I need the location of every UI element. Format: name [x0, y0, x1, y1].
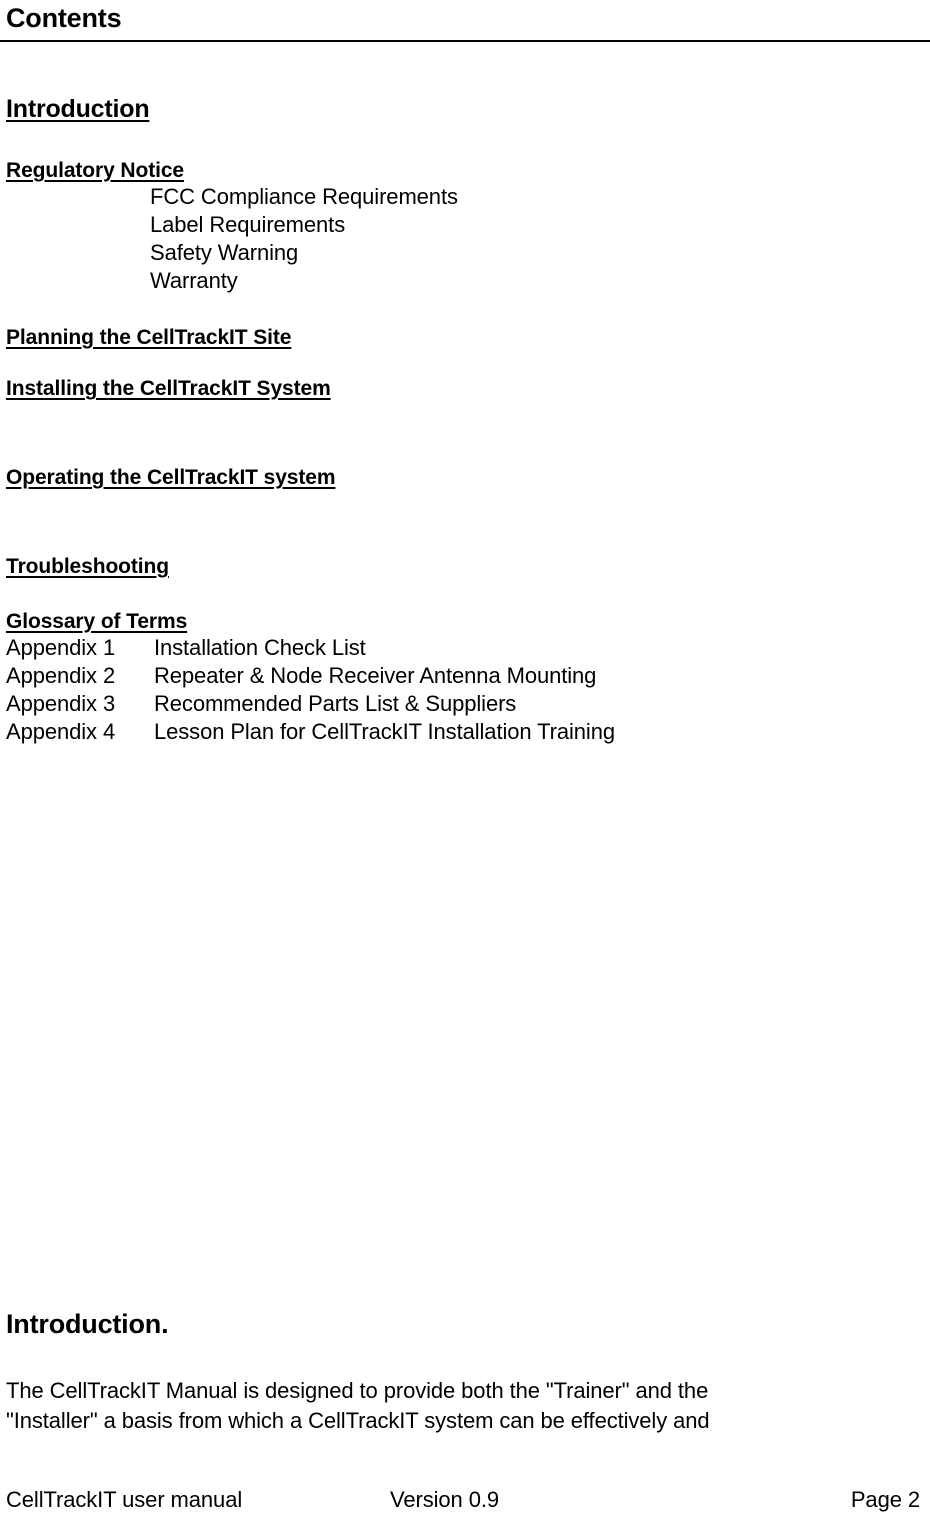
- page-title: Contents: [6, 3, 122, 33]
- toc-heading-planning-site[interactable]: Planning the CellTrackIT Site: [6, 325, 291, 350]
- toc-heading-regulatory-notice[interactable]: Regulatory Notice: [6, 158, 184, 183]
- toc-heading-glossary-of-terms[interactable]: Glossary of Terms: [6, 609, 187, 634]
- toc-subitem-label-requirements[interactable]: Label Requirements: [150, 211, 906, 239]
- toc-appendix-row-4[interactable]: Appendix 4 Lesson Plan for CellTrackIT In…: [6, 718, 906, 746]
- toc-heading-installing-system[interactable]: Installing the CellTrackIT System: [6, 376, 331, 401]
- toc-appendix-row-2[interactable]: Appendix 2 Repeater & Node Receiver Anten…: [6, 662, 906, 690]
- footer-page-number: Page 2: [850, 1487, 920, 1512]
- toc-heading-operating-system[interactable]: Operating the CellTrackIT system: [6, 465, 336, 490]
- appendix-title: Installation Check List: [154, 635, 366, 660]
- table-of-contents: Introduction Regulatory Notice FCC Compl…: [6, 94, 906, 746]
- header-divider: [0, 40, 930, 42]
- toc-appendix-row-1[interactable]: Appendix 1 Installation Check List: [6, 634, 906, 662]
- toc-heading-troubleshooting[interactable]: Troubleshooting: [6, 554, 169, 579]
- introduction-paragraph: The CellTrackIT Manual is designed to pr…: [6, 1376, 906, 1436]
- footer-version: Version 0.9: [390, 1487, 499, 1512]
- toc-appendix-row-3[interactable]: Appendix 3 Recommended Parts List & Suppl…: [6, 690, 906, 718]
- appendix-number: Appendix 3: [6, 691, 116, 716]
- appendix-title: Recommended Parts List & Suppliers: [154, 691, 517, 716]
- toc-subitem-warranty[interactable]: Warranty: [150, 267, 906, 295]
- introduction-heading: Introduction.: [6, 1309, 169, 1339]
- paragraph-line: "Installer" a basis from which a CellTra…: [6, 1408, 710, 1433]
- footer-document-title: CellTrackIT user manual: [6, 1487, 243, 1512]
- toc-heading-introduction[interactable]: Introduction: [6, 94, 150, 124]
- document-page: Contents Introduction Regulatory Notice …: [0, 0, 930, 1524]
- introduction-section: Introduction. The CellTrackIT Manual is …: [6, 1308, 906, 1436]
- toc-subitem-safety-warning[interactable]: Safety Warning: [150, 239, 906, 267]
- appendix-number: Appendix 4: [6, 719, 116, 744]
- appendix-title: Repeater & Node Receiver Antenna Mountin…: [154, 663, 597, 688]
- toc-subitem-fcc-compliance-requirements[interactable]: FCC Compliance Requirements: [150, 183, 906, 211]
- paragraph-line: The CellTrackIT Manual is designed to pr…: [6, 1378, 709, 1403]
- appendix-number: Appendix 1: [6, 635, 116, 660]
- appendix-number: Appendix 2: [6, 663, 116, 688]
- appendix-title: Lesson Plan for CellTrackIT Installation…: [154, 719, 615, 744]
- page-footer: CellTrackIT user manual Version 0.9 Page…: [0, 1486, 930, 1524]
